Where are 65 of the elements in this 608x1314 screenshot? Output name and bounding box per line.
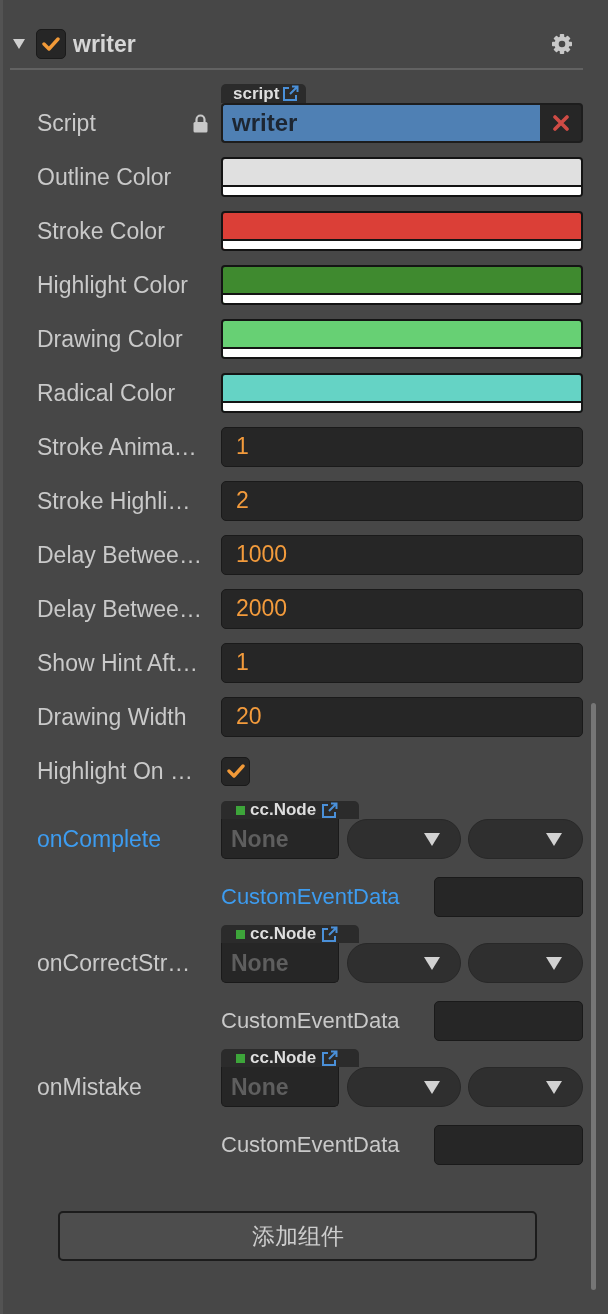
square-icon <box>236 1053 245 1063</box>
enable-checkbox[interactable] <box>36 29 66 59</box>
checkbox[interactable] <box>221 756 250 786</box>
property-label: Drawing Width <box>37 703 188 732</box>
input-field[interactable] <box>434 877 583 917</box>
event-data-label: CustomEventData <box>221 883 401 911</box>
number-field[interactable]: 2000 <box>221 589 583 629</box>
event-data-label: CustomEventData <box>221 1007 401 1035</box>
number-field[interactable]: 20 <box>221 697 583 737</box>
external-link-icon[interactable] <box>321 1049 339 1067</box>
square-icon <box>236 929 245 939</box>
input-field[interactable] <box>434 1125 583 1165</box>
square-icon <box>236 805 245 815</box>
color-swatch[interactable] <box>221 211 583 251</box>
scrollbar[interactable] <box>591 703 596 1290</box>
dropdown[interactable] <box>468 943 583 983</box>
dropdown[interactable] <box>347 1067 461 1107</box>
color-swatch[interactable] <box>221 373 583 413</box>
component-title: writer <box>73 30 136 58</box>
property-label: Radical Color <box>37 379 177 408</box>
add-component-button[interactable]: 添加组件 <box>58 1211 537 1261</box>
dropdown[interactable] <box>468 819 583 859</box>
type-label: cc.Node <box>250 925 317 943</box>
property-label: Drawing Color <box>37 325 184 354</box>
property-label: Stroke Color <box>37 217 166 246</box>
input-field[interactable] <box>434 1001 583 1041</box>
event-label: onMistake <box>37 1073 143 1102</box>
check-icon <box>226 764 245 778</box>
dropdown[interactable] <box>347 943 461 983</box>
dropdown[interactable] <box>347 819 461 859</box>
dropdown[interactable] <box>468 1067 583 1107</box>
number-field[interactable]: 1000 <box>221 535 583 575</box>
type-label: script <box>233 84 280 103</box>
caret-icon <box>424 956 440 970</box>
color-swatch[interactable] <box>221 319 583 359</box>
caret-icon <box>424 832 440 846</box>
color-swatch[interactable] <box>221 157 583 197</box>
property-label: Outline Color <box>37 163 173 192</box>
event-data-label: CustomEventData <box>221 1131 401 1159</box>
property-label: Stroke Highli… <box>37 487 192 516</box>
property-label: Script <box>37 109 96 138</box>
property-label: Delay Betwee… <box>37 595 203 624</box>
type-label: cc.Node <box>250 801 317 819</box>
property-label: Highlight Color <box>37 271 189 300</box>
caret-icon <box>546 832 562 846</box>
external-link-icon[interactable] <box>282 85 300 102</box>
caret-icon <box>424 1080 440 1094</box>
property-label: Stroke Anima… <box>37 433 198 462</box>
number-field[interactable]: 2 <box>221 481 583 521</box>
settings-icon[interactable] <box>552 34 572 54</box>
color-swatch[interactable] <box>221 265 583 305</box>
external-link-icon[interactable] <box>321 801 339 819</box>
event-label: onComplete <box>37 825 163 854</box>
caret-icon <box>546 956 562 970</box>
event-label: onCorrectStr… <box>37 949 192 978</box>
caret-icon <box>546 1080 562 1094</box>
number-field[interactable]: 1 <box>221 427 583 467</box>
type-label: cc.Node <box>250 1049 317 1067</box>
check-icon <box>42 37 60 51</box>
property-label: Highlight On … <box>37 757 194 786</box>
expand-caret-icon[interactable] <box>13 38 25 50</box>
property-label: Show Hint Aft… <box>37 649 200 678</box>
number-field[interactable]: 1 <box>221 643 583 683</box>
property-label: Delay Betwee… <box>37 541 203 570</box>
external-link-icon[interactable] <box>321 925 339 943</box>
